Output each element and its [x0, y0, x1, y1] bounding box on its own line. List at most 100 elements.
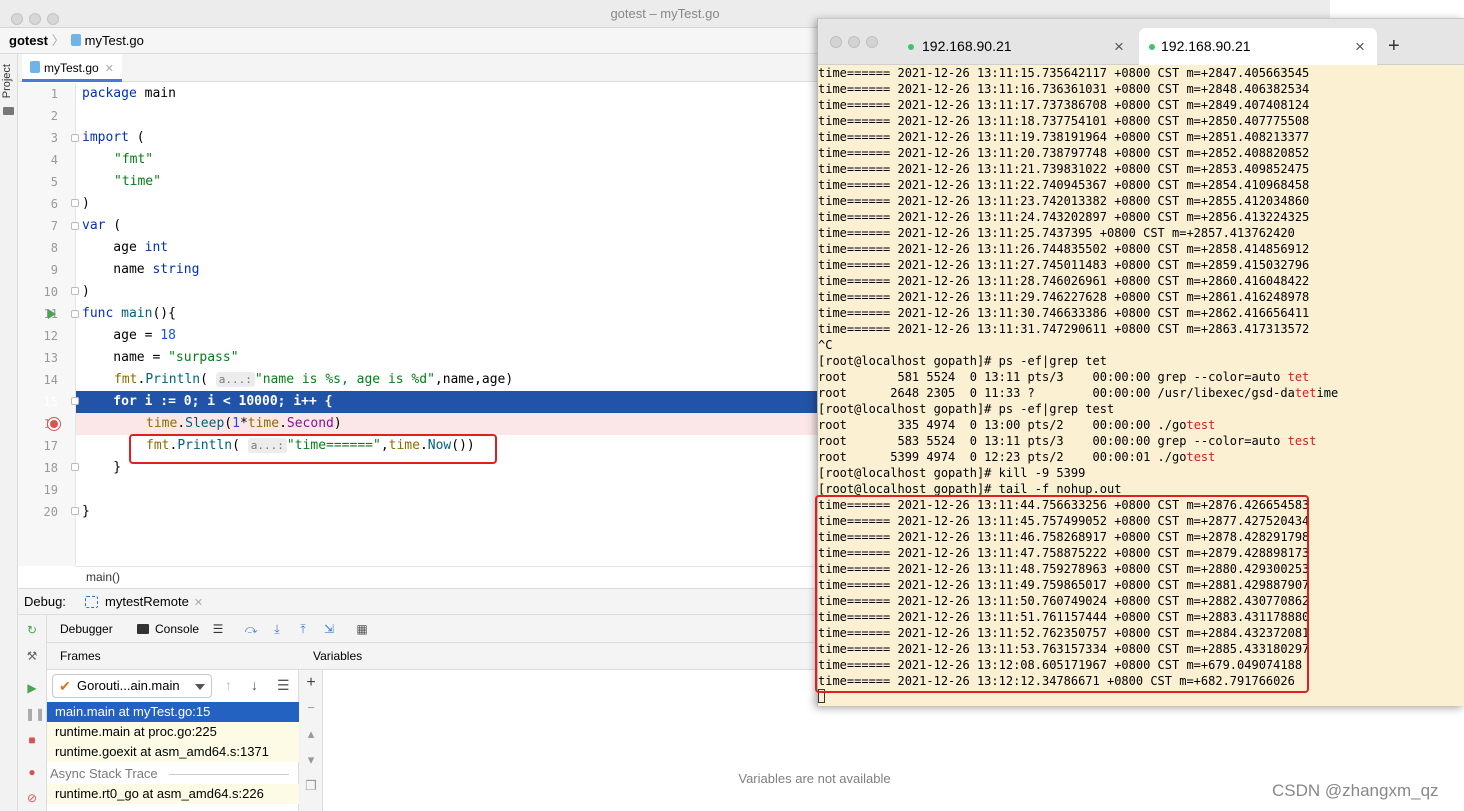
line-number: 10 [43, 285, 58, 299]
terminal-line: time====== 2021-12-26 13:11:19.738191964… [818, 130, 1310, 144]
close-window-button[interactable] [11, 13, 23, 25]
settings-wrench-icon[interactable]: ⚒ [25, 649, 39, 663]
editor-tab-bar: myTest.go ✕ [18, 54, 818, 82]
terminal-line: time====== 2021-12-26 13:11:17.737386708… [818, 98, 1310, 112]
close-tab-icon[interactable]: ✕ [105, 63, 114, 75]
code-line-3: import ( [82, 130, 145, 145]
terminal-line: time====== 2021-12-26 13:11:31.747290611… [818, 322, 1310, 336]
line-number: 18 [43, 461, 58, 475]
window-title: gotest – myTest.go [610, 6, 720, 21]
code-editor[interactable]: package main import ( "fmt" "time" ) var… [76, 83, 818, 566]
terminal-line: root 2648 2305 0 11:33 ? 00:00:00 /usr/l… [818, 386, 1339, 400]
line-number: 1 [50, 87, 58, 101]
move-down-icon[interactable]: ▾ [305, 752, 317, 768]
line-number: 17 [43, 439, 58, 453]
debug-side-toolbar: ↻ ⚒ ▶ ❚❚ ■ ● ⊘ [18, 615, 47, 811]
code-line-5: "time" [114, 174, 161, 189]
annotation-box-code [129, 434, 497, 464]
nav-separator-icon: 〉 [51, 33, 65, 48]
code-line-7: var ( [82, 218, 122, 233]
terminal-line: time====== 2021-12-26 13:11:26.744835502… [818, 242, 1310, 256]
terminal-tab-bar: 192.168.90.21 × 192.168.90.21 × + [818, 19, 1464, 65]
run-gutter-icon[interactable] [48, 309, 56, 319]
terminal-line: [root@localhost gopath]# ps -ef|grep tet [818, 354, 1107, 368]
line-number: 13 [43, 351, 58, 365]
connected-dot-icon [908, 44, 914, 50]
code-line-10: ) [82, 284, 90, 299]
minimize-window-button[interactable] [29, 13, 41, 25]
nav-file[interactable]: myTest.go [85, 33, 144, 48]
rerun-icon[interactable]: ↻ [25, 623, 39, 637]
resume-icon[interactable]: ▶ [25, 681, 39, 695]
connected-dot-icon [1149, 44, 1155, 50]
move-up-icon[interactable]: ▴ [305, 726, 317, 742]
console-tab-label: Console [155, 622, 200, 636]
run-to-cursor-icon[interactable]: ⇲ [322, 622, 336, 636]
frames-header: Frames [47, 643, 299, 670]
breakpoint-icon[interactable] [48, 418, 60, 430]
terminal-line: time====== 2021-12-26 13:11:18.737754101… [818, 114, 1310, 128]
terminal-line: root 5399 4974 0 12:23 pts/2 00:00:01 ./… [818, 450, 1216, 464]
step-over-icon[interactable]: ⤼ [244, 622, 258, 636]
zoom-window-button[interactable] [47, 13, 59, 25]
line-number: 3 [50, 131, 58, 145]
close-session-icon[interactable]: ✕ [194, 597, 203, 609]
terminal-minimize-button[interactable] [848, 36, 860, 48]
layout-menu-icon[interactable]: ☰ [211, 622, 225, 636]
view-breakpoints-icon[interactable]: ● [25, 765, 39, 779]
go-file-icon [70, 34, 81, 46]
parameter-hint: a...: [215, 372, 255, 387]
code-line-15: for i := 0; i < 10000; i++ { [82, 394, 333, 409]
pause-icon[interactable]: ❚❚ [25, 707, 45, 721]
close-tab-icon[interactable]: × [1355, 28, 1365, 65]
step-out-icon[interactable]: ⤒ [296, 622, 310, 636]
frame-down-icon[interactable]: ↓ [251, 677, 258, 693]
stop-icon[interactable]: ■ [25, 733, 39, 747]
async-stack-trace-label: Async Stack Trace [47, 764, 299, 784]
project-tool-button[interactable]: Project [1, 64, 13, 98]
line-number: 14 [43, 373, 58, 387]
frame-row[interactable]: main.main at myTest.go:15 [47, 702, 299, 722]
terminal-line: time====== 2021-12-26 13:11:25.7437395 +… [818, 226, 1295, 240]
line-number: 19 [43, 483, 58, 497]
folder-icon[interactable] [3, 107, 14, 115]
console-tab[interactable]: Console [137, 615, 199, 643]
code-breadcrumb[interactable]: main() [76, 566, 818, 587]
terminal-close-button[interactable] [830, 36, 842, 48]
line-number: 8 [50, 241, 58, 255]
evaluate-table-icon[interactable]: ▦ [355, 622, 369, 636]
close-tab-icon[interactable]: × [1114, 28, 1124, 65]
remove-watch-icon[interactable]: − [305, 700, 317, 715]
frame-row[interactable]: runtime.goexit at asm_amd64.s:1371 [47, 742, 299, 762]
terminal-tab-2[interactable]: 192.168.90.21 × [1139, 28, 1377, 65]
mute-breakpoints-icon[interactable]: ⊘ [25, 791, 39, 805]
frame-up-icon[interactable]: ↑ [225, 677, 232, 693]
terminal-tab-label: 192.168.90.21 [922, 38, 1012, 54]
terminal-line: time====== 2021-12-26 13:11:22.740945367… [818, 178, 1310, 192]
frame-row[interactable]: runtime.main at proc.go:225 [47, 722, 299, 742]
frame-menu-icon[interactable]: ☰ [277, 677, 290, 694]
add-watch-icon[interactable]: + [305, 674, 317, 692]
annotation-box-terminal [815, 495, 1309, 693]
code-line-20: } [82, 504, 90, 519]
debug-session-tab[interactable]: mytestRemote ✕ [83, 589, 203, 616]
check-icon: ✔ [59, 678, 71, 694]
goroutine-label: Gorouti...ain.main [77, 678, 180, 693]
terminal-line: time====== 2021-12-26 13:11:27.745011483… [818, 258, 1310, 272]
goroutine-select[interactable]: ✔ Gorouti...ain.main [52, 674, 212, 698]
console-icon [137, 624, 149, 634]
debugger-tab[interactable]: Debugger [60, 615, 113, 643]
line-number: 7 [50, 219, 58, 233]
code-line-8: age int [82, 240, 169, 255]
nav-project[interactable]: gotest [9, 33, 48, 48]
line-number: 15 [43, 395, 58, 409]
step-into-icon[interactable]: ⤓ [270, 622, 284, 636]
terminal-line: time====== 2021-12-26 13:11:23.742013382… [818, 194, 1310, 208]
terminal-tab-1[interactable]: 192.168.90.21 × [908, 28, 1138, 65]
new-tab-icon[interactable]: + [1388, 36, 1400, 56]
go-file-icon [30, 61, 40, 73]
debug-session-label: mytestRemote [105, 594, 189, 609]
editor-tab-mytest[interactable]: myTest.go ✕ [22, 54, 122, 82]
frame-row[interactable]: runtime.rt0_go at asm_amd64.s:226 [47, 784, 299, 804]
terminal-zoom-button[interactable] [866, 36, 878, 48]
